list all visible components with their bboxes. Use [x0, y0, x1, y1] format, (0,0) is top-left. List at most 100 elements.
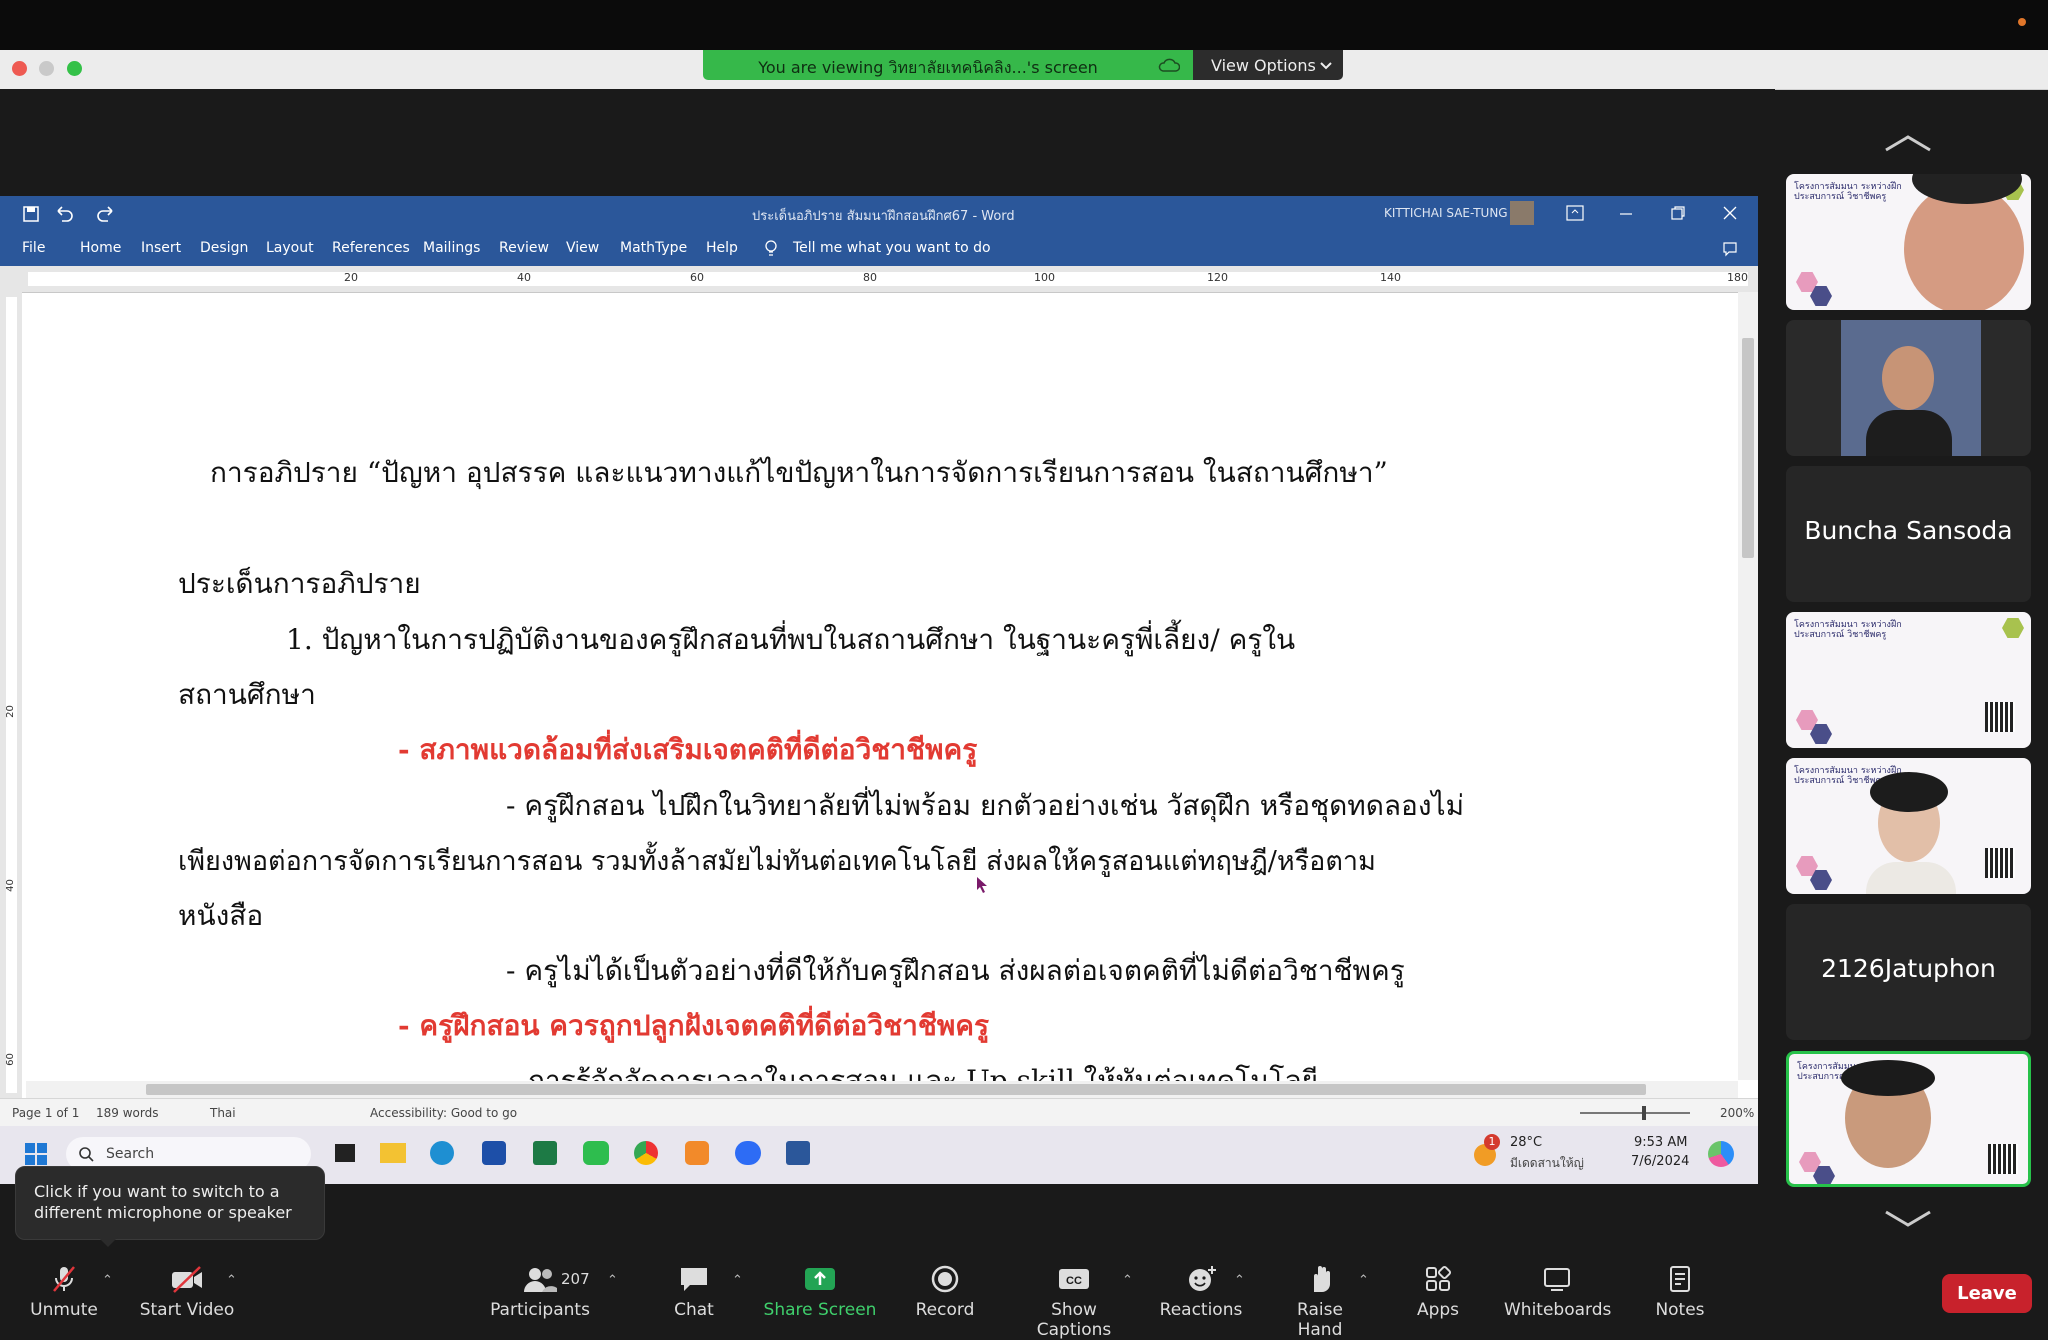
menu-references[interactable]: References	[332, 240, 410, 256]
video-options-caret[interactable]: ⌃	[226, 1273, 237, 1288]
doc-red-heading-1: - สภาพแวดล้อมที่ส่งเสริมเจตคติที่ดีต่อวิ…	[398, 733, 978, 766]
share-screen-button[interactable]: Share Screen	[762, 1264, 878, 1320]
undo-icon[interactable]	[54, 205, 74, 223]
close-window-button[interactable]	[12, 61, 27, 76]
redo-icon[interactable]	[96, 205, 116, 223]
audio-options-caret[interactable]: ⌃	[102, 1273, 113, 1288]
menu-view[interactable]: View	[566, 240, 599, 256]
zoom-slider[interactable]	[1580, 1112, 1690, 1114]
copilot-icon[interactable]	[1708, 1141, 1734, 1167]
menu-design[interactable]: Design	[200, 240, 248, 256]
raise-hand-button[interactable]: Raise Hand	[1272, 1264, 1368, 1340]
menu-home[interactable]: Home	[80, 240, 121, 256]
menu-insert[interactable]: Insert	[141, 240, 181, 256]
participant-tile[interactable]: Buncha Sansoda	[1786, 466, 2031, 602]
horizontal-scrollbar[interactable]	[26, 1081, 1738, 1098]
show-captions-button[interactable]: CC Show Captions	[1012, 1264, 1136, 1340]
horizontal-ruler: 20 40 60 80 100 120 140 180	[0, 266, 1758, 293]
doc-item1-line1: 1. ปัญหาในการปฏิบัติงานของครูฝึกสอนที่พบ…	[286, 623, 1296, 656]
scroll-up-icon[interactable]	[1884, 134, 1932, 152]
participant-body	[1866, 410, 1952, 456]
qr-code	[1985, 848, 2015, 878]
tooltip-arrow	[98, 1237, 118, 1247]
clock-time[interactable]: 9:53 AM	[1634, 1135, 1687, 1150]
restore-icon[interactable]	[1670, 205, 1686, 221]
active-speaker-tile[interactable]: โครงการสัมมนา ระหว่างฝึกประสบการณ์ วิชาช…	[1786, 1051, 2031, 1187]
participant-tile[interactable]: โครงการสัมมนา ระหว่างฝึกประสบการณ์ วิชาช…	[1786, 612, 2031, 748]
record-button[interactable]: Record	[910, 1264, 980, 1320]
doc-item1-line2: สถานศึกษา	[178, 678, 316, 711]
language-status[interactable]: Thai	[210, 1106, 236, 1120]
ribbon-display-icon[interactable]	[1566, 205, 1584, 221]
task-view-icon[interactable]	[335, 1144, 355, 1162]
account-avatar[interactable]	[1510, 201, 1534, 225]
file-explorer-icon[interactable]	[380, 1143, 406, 1163]
word-app-icon[interactable]	[786, 1141, 810, 1165]
svg-text:CC: CC	[1066, 1275, 1082, 1287]
chat-button[interactable]: Chat	[664, 1264, 724, 1320]
document-page[interactable]: การอภิปราย “ปัญหา อุปสรรค และแนวทางแก้ไข…	[26, 296, 1738, 1081]
whiteboards-button[interactable]: Whiteboards	[1504, 1264, 1611, 1320]
excel-icon[interactable]	[533, 1141, 557, 1165]
save-icon[interactable]	[22, 205, 40, 223]
view-options-button[interactable]: View Options	[1193, 50, 1343, 80]
raise-hand-label: Raise Hand	[1297, 1300, 1343, 1340]
ruler-number: 40	[517, 271, 531, 284]
audio-tooltip: Click if you want to switch to a differe…	[15, 1166, 325, 1240]
tell-me-box[interactable]: Tell me what you want to do	[793, 240, 991, 256]
leave-button[interactable]: Leave	[1942, 1274, 2032, 1313]
participants-caret[interactable]: ⌃	[607, 1273, 618, 1288]
chat-caret[interactable]: ⌃	[732, 1273, 743, 1288]
comments-icon[interactable]	[1722, 241, 1738, 257]
notes-button[interactable]: Notes	[1652, 1264, 1708, 1320]
participant-tile[interactable]: โครงการสัมมนา ระหว่างฝึกประสบการณ์ วิชาช…	[1786, 758, 2031, 894]
tooltip-text: Click if you want to switch to a differe…	[34, 1182, 292, 1222]
menu-help[interactable]: Help	[706, 240, 738, 256]
minimize-window-button[interactable]	[39, 61, 54, 76]
raise-hand-caret[interactable]: ⌃	[1358, 1273, 1369, 1288]
menu-mailings[interactable]: Mailings	[423, 240, 480, 256]
zoom-app-icon[interactable]	[735, 1141, 761, 1165]
store-icon[interactable]	[482, 1141, 506, 1165]
ruler-number: 80	[863, 271, 877, 284]
ruler-number: 60	[4, 1053, 16, 1066]
reactions-caret[interactable]: ⌃	[1234, 1273, 1245, 1288]
zoom-slider-thumb[interactable]	[1642, 1106, 1646, 1120]
share-screen-label: Share Screen	[763, 1300, 877, 1320]
vertical-scrollbar[interactable]	[1738, 292, 1758, 1080]
participants-icon	[524, 1268, 557, 1292]
menu-review[interactable]: Review	[499, 240, 549, 256]
clock-date[interactable]: 7/6/2024	[1631, 1154, 1689, 1169]
page-count[interactable]: Page 1 of 1	[12, 1106, 79, 1120]
participant-tile[interactable]: โครงการสัมมนา ระหว่างฝึกประสบการณ์ วิชาช…	[1786, 174, 2031, 310]
record-icon	[931, 1265, 959, 1293]
menu-file[interactable]: File	[22, 240, 45, 256]
scroll-thumb[interactable]	[146, 1084, 1646, 1095]
top-black-bar	[0, 0, 2048, 50]
edge-icon[interactable]	[430, 1141, 454, 1165]
document-title: ประเด็นอภิปราย สัมมนาฝึกสอนฝึกศ67 - Word	[752, 209, 1015, 224]
unmute-button[interactable]: Unmute	[22, 1264, 106, 1320]
chrome-icon[interactable]	[634, 1141, 658, 1165]
windows-start-icon[interactable]	[24, 1142, 48, 1166]
start-video-label: Start Video	[139, 1300, 235, 1320]
app-icon[interactable]	[685, 1141, 709, 1165]
minimize-icon[interactable]	[1618, 207, 1634, 221]
captions-caret[interactable]: ⌃	[1122, 1273, 1133, 1288]
scroll-thumb[interactable]	[1742, 338, 1754, 558]
doc-para2: - ครูไม่ได้เป็นตัวอย่างที่ดีให้กับครูฝึก…	[506, 954, 1405, 987]
menu-mathtype[interactable]: MathType	[620, 240, 687, 256]
participant-tile[interactable]: 2126Jatuphon	[1786, 904, 2031, 1040]
weather-temp[interactable]: 28°C	[1510, 1135, 1542, 1150]
word-count[interactable]: 189 words	[96, 1106, 158, 1120]
close-icon[interactable]	[1722, 205, 1738, 221]
line-app-icon[interactable]	[583, 1141, 609, 1165]
apps-button[interactable]: Apps	[1412, 1264, 1464, 1320]
accessibility-status[interactable]: Accessibility: Good to go	[370, 1106, 517, 1120]
maximize-window-button[interactable]	[67, 61, 82, 76]
menu-layout[interactable]: Layout	[266, 240, 314, 256]
zoom-level[interactable]: 200%	[1720, 1106, 1754, 1120]
reactions-button[interactable]: Reactions	[1158, 1264, 1244, 1320]
scroll-down-icon[interactable]	[1884, 1210, 1932, 1228]
participant-tile[interactable]	[1786, 320, 2031, 456]
